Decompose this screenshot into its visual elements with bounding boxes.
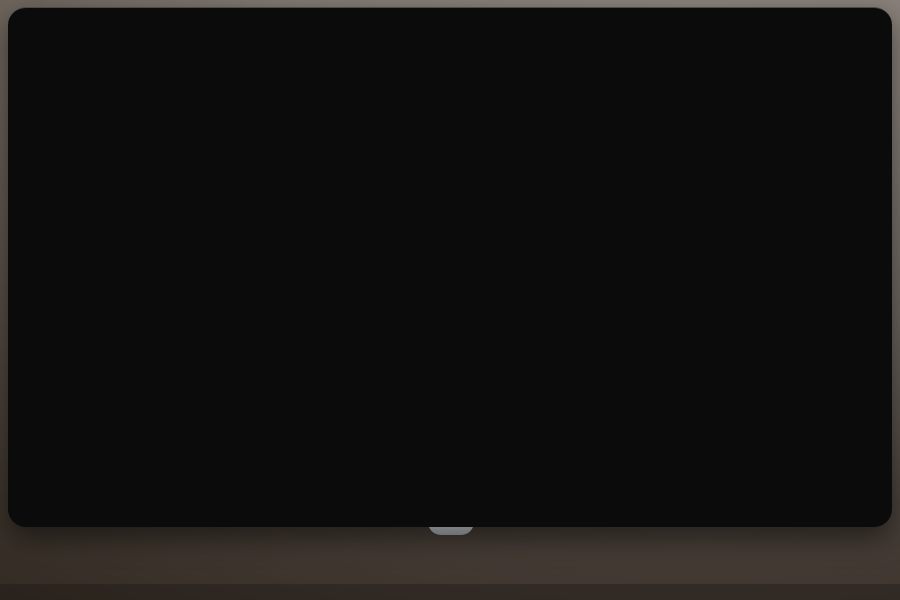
- photo-background: RESOURCE ADVISOR+ Industry Dynamics Spon…: [0, 0, 900, 600]
- monitor-bezel: [8, 7, 892, 527]
